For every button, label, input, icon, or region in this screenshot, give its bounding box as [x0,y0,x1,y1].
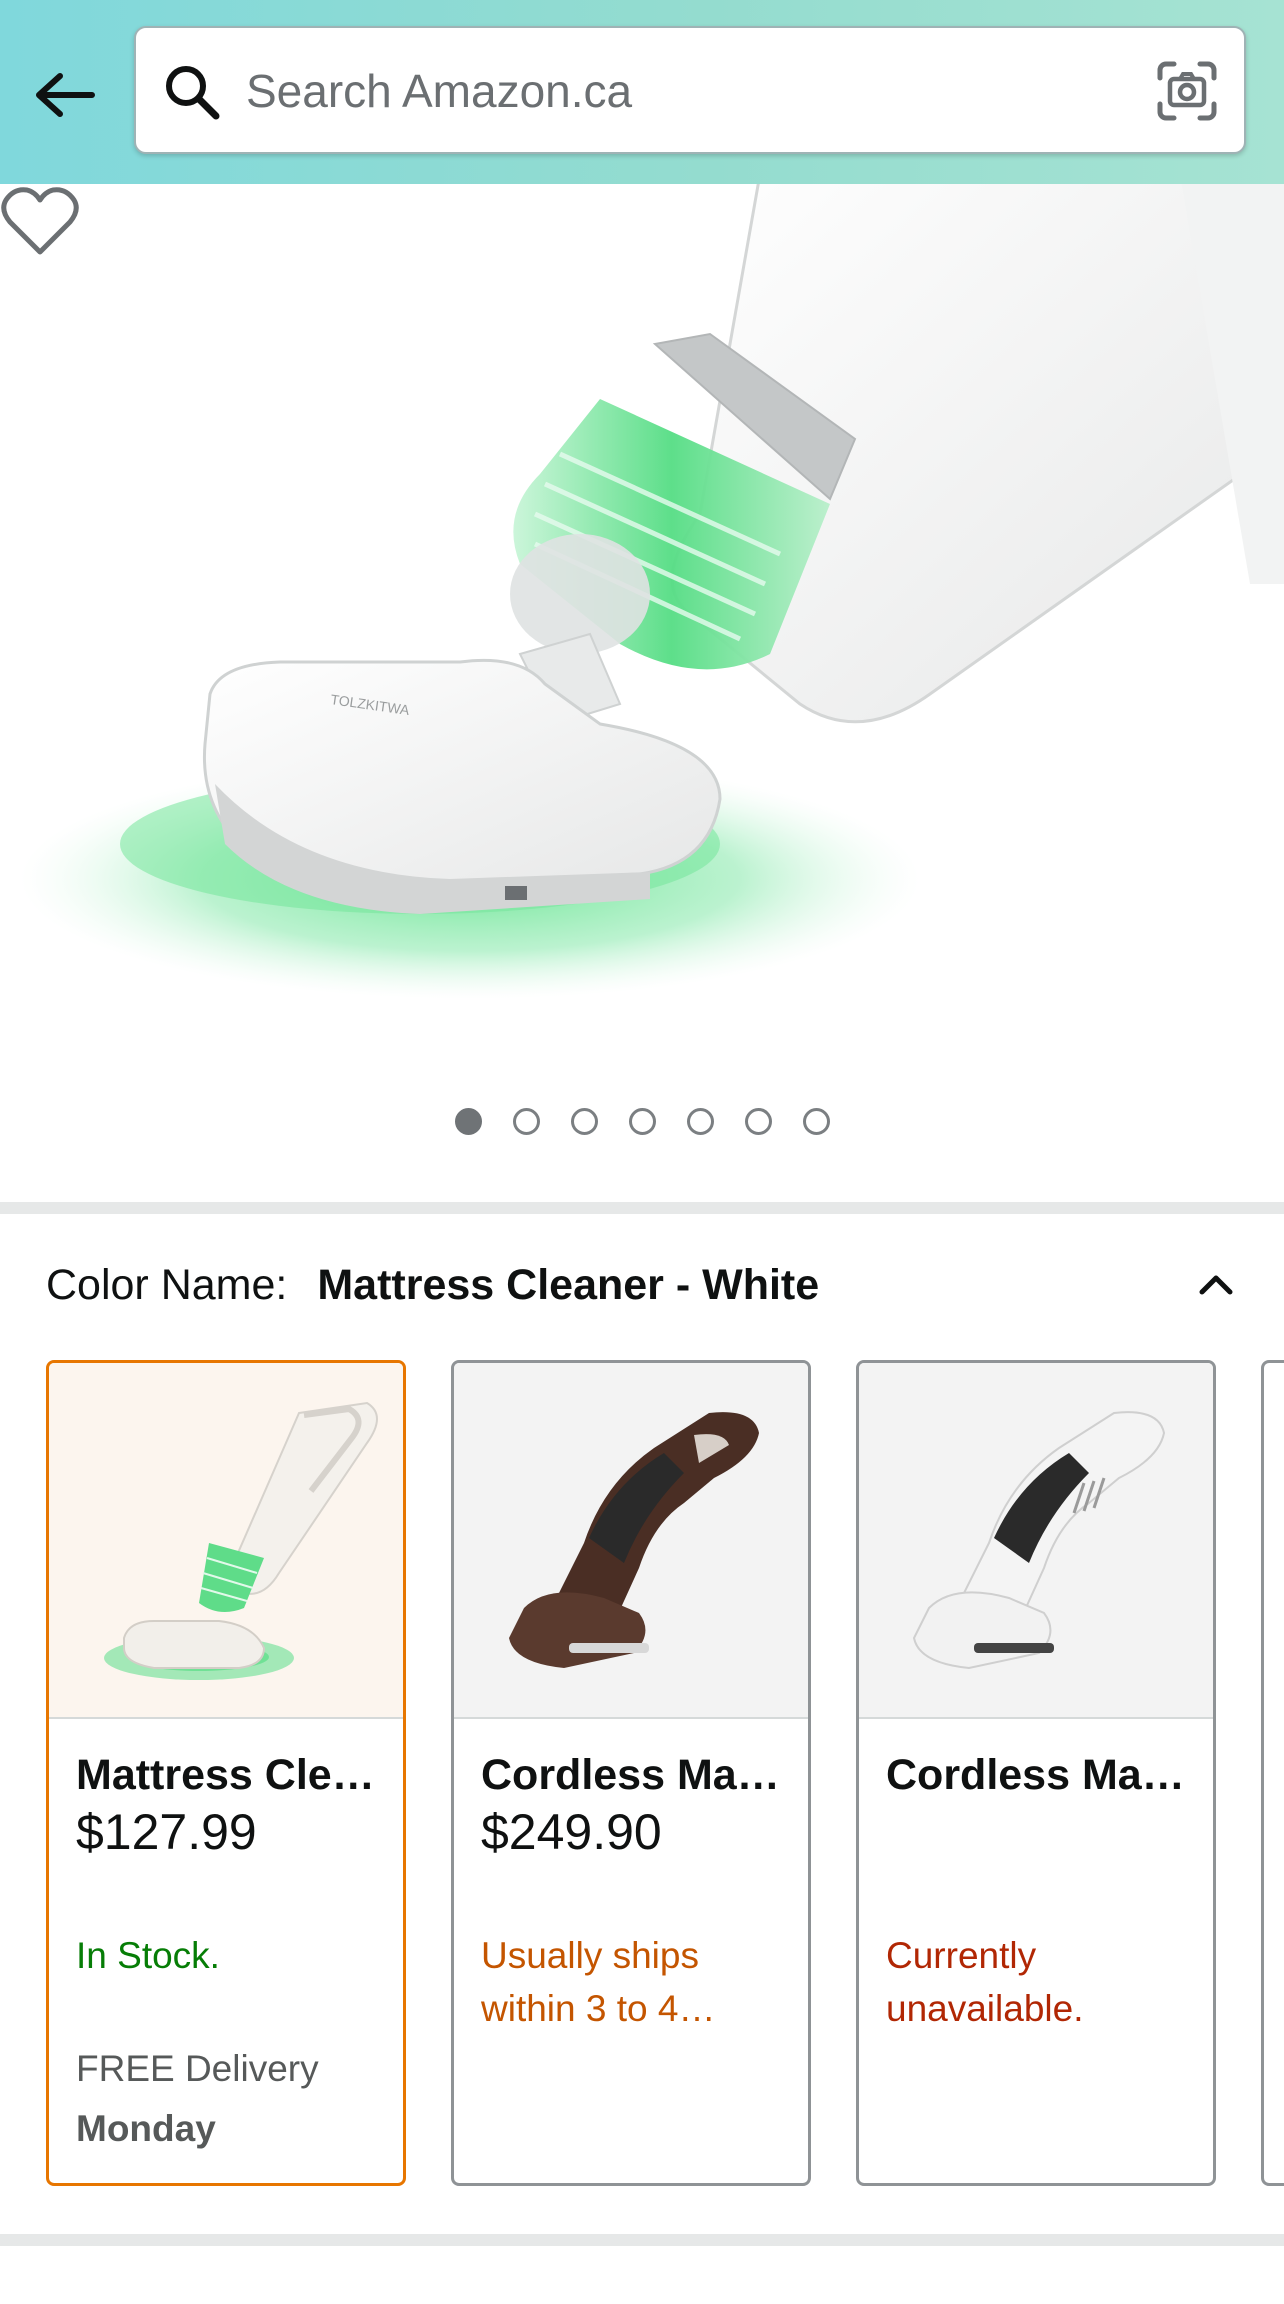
variation-option-image [454,1363,808,1719]
heart-icon[interactable] [0,184,80,258]
variation-option-availability: In Stock. [76,1935,220,1976]
variation-option-partial[interactable] [1261,1360,1284,2186]
variation-option-image [859,1363,1213,1719]
section-divider [0,2234,1284,2246]
product-thumbnail [104,1401,378,1680]
arrow-left-icon [36,73,95,117]
back-button[interactable] [30,60,100,130]
pagination-dot[interactable] [513,1108,540,1135]
product-thumbnail [912,1411,1166,1670]
variation-label: Color Name: [46,1260,288,1309]
variation-option-image [49,1363,403,1719]
variation-option-cordless-white[interactable]: Cordless Mattress Cleaner - White Curren… [856,1360,1216,2186]
pagination-dot[interactable] [745,1108,772,1135]
pagination-dot[interactable] [629,1108,656,1135]
section-divider [0,1202,1284,1214]
product-image-gallery[interactable]: TOLZKITWA [0,184,1284,1204]
delivery-label: FREE Delivery [76,2048,319,2089]
search-box[interactable] [134,26,1246,154]
pagination-dot[interactable] [803,1108,830,1135]
pagination-dot[interactable] [455,1108,482,1135]
variation-option-availability: Currently unavailable. [886,1935,1084,2029]
variation-option-title: Cordless Mattress Cleaner - Brown [481,1751,790,1799]
product-main-image: TOLZKITWA [20,184,1284,999]
variation-header: Color Name: Mattress Cleaner - White [46,1250,1246,1320]
pagination-dot[interactable] [571,1108,598,1135]
camera-scan-icon[interactable] [1156,60,1218,122]
delivery-day: Monday [76,2108,216,2149]
chevron-up-icon[interactable] [1186,1254,1246,1314]
variation-option-price: $249.90 [481,1804,662,1860]
pagination-dot[interactable] [687,1108,714,1135]
variation-option-price: $127.99 [76,1804,257,1860]
variation-option-mattress-cleaner-white[interactable]: Mattress Cleaner - White $127.99 In Stoc… [46,1360,406,2186]
image-pagination-dots[interactable] [0,1108,1284,1138]
search-icon [166,66,220,120]
top-search-bar [0,0,1284,184]
variation-option-cordless-brown[interactable]: Cordless Mattress Cleaner - Brown $249.9… [451,1360,811,2186]
variation-option-title: Cordless Mattress Cleaner - White [886,1751,1195,1799]
variation-option-delivery: FREE Delivery Monday [76,2039,319,2159]
product-thumbnail [509,1412,759,1668]
variation-option-title: Mattress Cleaner - White [76,1751,385,1799]
variation-option-availability: Usually ships within 3 to 4 weeks. [481,1935,699,2029]
search-input[interactable] [246,46,1126,136]
variation-selected-value: Mattress Cleaner - White [317,1260,820,1309]
